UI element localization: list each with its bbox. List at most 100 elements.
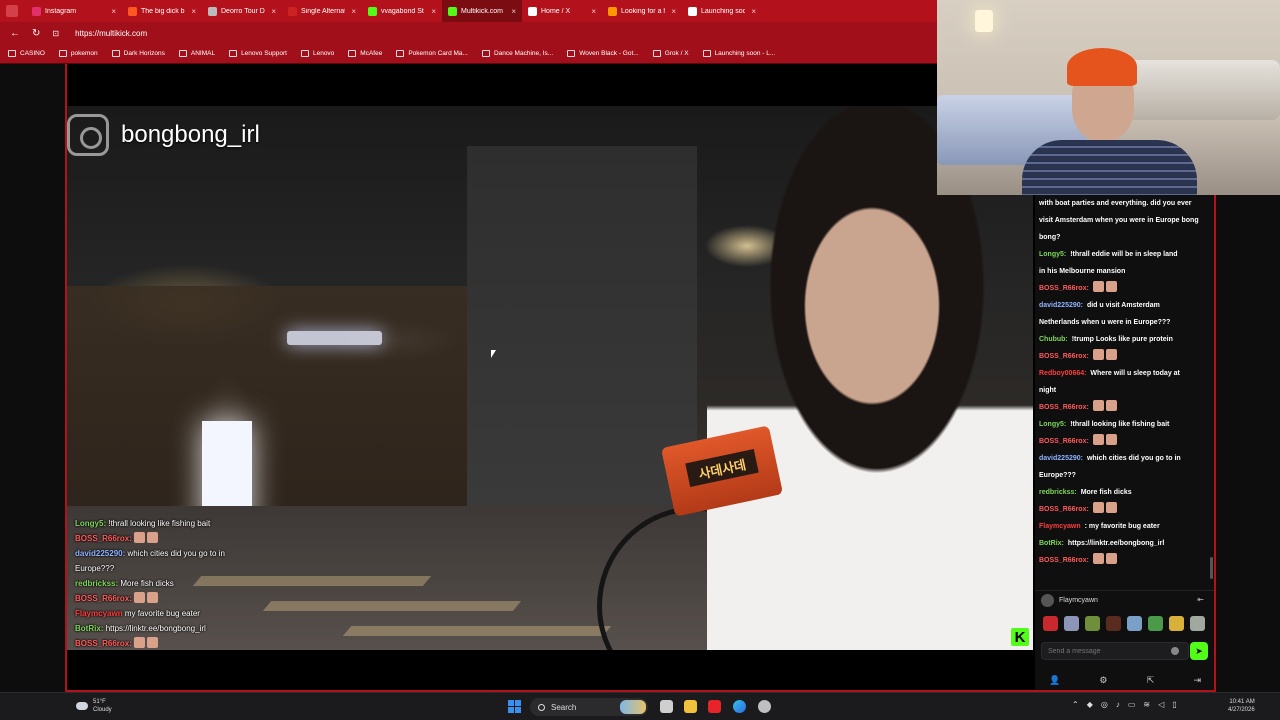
browser-tab[interactable]: Instagram × xyxy=(26,0,122,22)
bookmark-item[interactable]: Dance Machine, Is... xyxy=(481,50,553,57)
chat-username[interactable]: Chubub: xyxy=(1039,336,1068,343)
reload-icon[interactable]: ↻ xyxy=(32,28,40,39)
bookmark-item[interactable]: Pokemon Card Ma... xyxy=(396,50,468,57)
bookmark-item[interactable]: CASINO xyxy=(8,50,45,57)
site-info-icon[interactable]: ⊡ xyxy=(52,29,59,38)
chat-username[interactable]: BOSS_R66rox: xyxy=(1039,438,1089,445)
tab-close-icon[interactable]: × xyxy=(431,7,436,16)
system-clock[interactable]: 10:41 AM 4/27/2026 xyxy=(1228,698,1255,714)
chat-username[interactable]: david225290: xyxy=(1039,302,1083,309)
chat-message: BOSS_R66rox: xyxy=(1039,348,1210,365)
chat-username[interactable]: BOSS_R66rox: xyxy=(1039,353,1089,360)
chat-username[interactable]: david225290: xyxy=(1039,455,1083,462)
settings-gear-icon[interactable]: ⚙ xyxy=(1099,675,1107,686)
send-button[interactable]: ➤ xyxy=(1190,642,1208,660)
tab-close-icon[interactable]: × xyxy=(511,7,516,16)
tab-close-icon[interactable]: × xyxy=(191,7,196,16)
browser-tab[interactable]: Single Alternative × xyxy=(282,0,362,22)
bookmark-item[interactable]: Lenovo xyxy=(300,50,334,57)
wifi-icon[interactable]: ≋ xyxy=(1143,700,1150,709)
chat-scrollbar[interactable] xyxy=(1210,557,1213,579)
emote-icon[interactable] xyxy=(1148,616,1163,631)
bookmark-item[interactable]: Woven Black - Got... xyxy=(567,50,639,57)
chat-username[interactable]: david225290: xyxy=(75,549,125,558)
emote-icon[interactable] xyxy=(1190,616,1205,631)
tab-close-icon[interactable]: × xyxy=(351,7,356,16)
chat-panel[interactable]: with boat parties and everything. did yo… xyxy=(1035,195,1214,590)
tab-close-icon[interactable]: × xyxy=(591,7,596,16)
emote-icon[interactable] xyxy=(1085,616,1100,631)
tab-close-icon[interactable]: × xyxy=(271,7,276,16)
chat-message: Longy5: !thrall eddie will be in sleep l… xyxy=(1039,246,1210,263)
exit-icon[interactable]: ⇥ xyxy=(1193,675,1201,686)
microphone-icon[interactable]: ♪ xyxy=(1116,700,1120,709)
chat-username[interactable]: Longy5: xyxy=(1039,421,1066,428)
taskbar-search[interactable]: Search xyxy=(530,698,648,716)
popout-icon[interactable]: ⇱ xyxy=(1147,675,1155,686)
emote-icon[interactable] xyxy=(1127,616,1142,631)
weather-widget[interactable]: 51°F Cloudy xyxy=(76,698,112,714)
emote-icon[interactable] xyxy=(1064,616,1079,631)
bookmark-item[interactable]: Launching soon - L... xyxy=(702,50,775,57)
bookmark-label: McAfee xyxy=(360,50,383,57)
chatgpt-icon[interactable] xyxy=(758,700,771,713)
profile-icon[interactable] xyxy=(6,5,18,17)
task-view-icon[interactable] xyxy=(660,700,673,713)
bookmark-item[interactable]: ANIMAL xyxy=(178,50,215,57)
chat-username[interactable]: BotRix: xyxy=(1039,540,1064,547)
collapse-chat-icon[interactable]: ⇤ xyxy=(1197,595,1204,604)
youtube-icon[interactable] xyxy=(708,700,721,713)
browser-tab[interactable]: Looking for a hous × xyxy=(602,0,682,22)
network-icon[interactable]: ◆ xyxy=(1087,700,1093,709)
chat-message-input[interactable] xyxy=(1041,642,1189,660)
display-icon[interactable]: ▭ xyxy=(1128,700,1136,709)
chat-username[interactable]: Longy5: xyxy=(1039,251,1066,258)
volume-icon[interactable]: ◁ xyxy=(1158,700,1164,709)
edge-browser-icon[interactable] xyxy=(733,700,746,713)
chat-username[interactable]: BOSS_R66rox: xyxy=(1039,404,1089,411)
emote-icon[interactable] xyxy=(1043,616,1058,631)
url-field[interactable]: https://multikick.com xyxy=(75,29,147,38)
kick-logo-icon[interactable]: K xyxy=(1011,628,1029,646)
security-icon[interactable]: ◎ xyxy=(1101,700,1108,709)
chat-username[interactable]: Redboy00664: xyxy=(1039,370,1086,377)
chat-username[interactable]: Flaymcyawn xyxy=(75,609,123,618)
tab-close-icon[interactable]: × xyxy=(111,7,116,16)
chat-username[interactable]: BOSS_R66rox: xyxy=(1039,557,1089,564)
emote-icon[interactable] xyxy=(1169,616,1184,631)
chat-current-user[interactable]: Flaymcyawn xyxy=(1041,594,1098,607)
windows-start-icon[interactable] xyxy=(508,700,521,713)
chat-username[interactable]: BotRix: xyxy=(75,624,103,633)
stream-video[interactable]: 사데사데 bongbong_irl Longy5: !thrall lookin… xyxy=(67,106,1033,650)
browser-tab[interactable]: The big dick b × xyxy=(122,0,202,22)
chat-username[interactable]: Flaymcyawn xyxy=(1039,523,1081,530)
chat-username[interactable]: BOSS_R66rox: xyxy=(1039,506,1089,513)
bookmark-item[interactable]: Dark Horizons xyxy=(111,50,165,57)
emote-icon[interactable] xyxy=(1106,616,1121,631)
tab-close-icon[interactable]: × xyxy=(751,7,756,16)
battery-icon[interactable]: ▯ xyxy=(1172,700,1176,709)
bookmark-item[interactable]: Lenovo Support xyxy=(229,50,287,57)
chat-username[interactable]: BOSS_R66rox: xyxy=(1039,285,1089,292)
back-icon[interactable]: ← xyxy=(10,28,20,39)
bookmark-item[interactable]: McAfee xyxy=(348,50,382,57)
chat-username[interactable]: Longy5: xyxy=(75,519,106,528)
tab-close-icon[interactable]: × xyxy=(671,7,676,16)
bookmark-item[interactable]: pokemon xyxy=(58,50,98,57)
bookmark-item[interactable]: Grok / X xyxy=(652,50,689,57)
chat-username[interactable]: BOSS_R66rox: xyxy=(75,639,132,648)
browser-tab[interactable]: vvagabond St × xyxy=(362,0,442,22)
chevron-up-icon[interactable]: ⌃ xyxy=(1072,700,1079,709)
file-explorer-icon[interactable] xyxy=(684,700,697,713)
building-left xyxy=(67,286,467,536)
browser-tab[interactable]: Multikick.com × xyxy=(442,0,522,22)
chat-username[interactable]: BOSS_R66rox: xyxy=(75,534,132,543)
browser-tab[interactable]: Launching soon - L × xyxy=(682,0,762,22)
chat-username[interactable]: redbrickss: xyxy=(1039,489,1077,496)
chat-username[interactable]: redbrickss: xyxy=(75,579,118,588)
chat-username[interactable]: BOSS_R66rox: xyxy=(75,594,132,603)
browser-tab[interactable]: Home / X × xyxy=(522,0,602,22)
add-user-icon[interactable]: 👤 xyxy=(1049,675,1060,686)
browser-tab[interactable]: Deorro Tour Dates × xyxy=(202,0,282,22)
emoji-picker-icon[interactable] xyxy=(1171,647,1179,655)
